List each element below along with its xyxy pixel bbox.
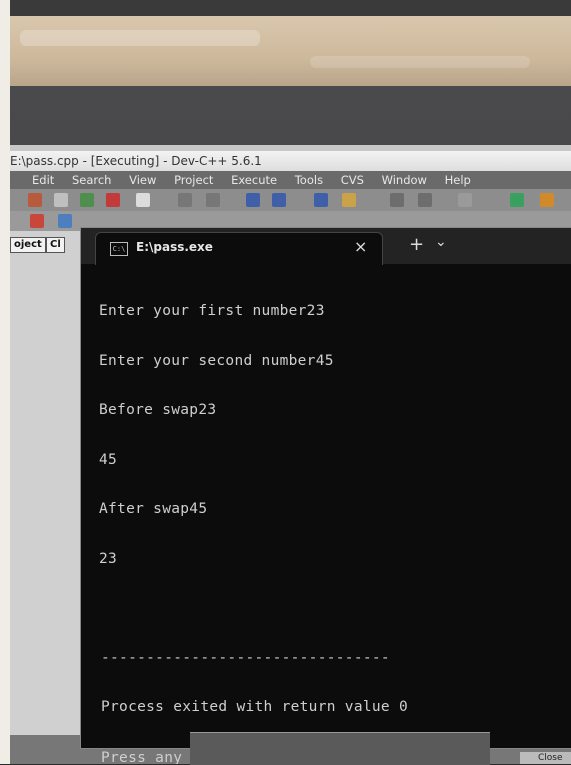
terminal-tab-title: E:\pass.exe (136, 240, 213, 254)
console-line: Enter your second number45 (99, 352, 334, 369)
menu-cvs[interactable]: CVS (341, 171, 364, 189)
menu-help[interactable]: Help (445, 171, 471, 189)
photo-left-edge (0, 0, 10, 764)
grid-icon[interactable] (54, 193, 68, 207)
console-line: After swap45 (99, 501, 208, 517)
history-icon[interactable] (458, 193, 472, 207)
console-line: Enter your first number23 (99, 303, 325, 319)
terminal-tabstrip: C:\ E:\pass.exe × + ⌄ (81, 228, 571, 265)
open-file-icon[interactable] (58, 214, 72, 228)
ide-toolbar (10, 189, 571, 211)
console-output[interactable]: Enter your first number23 Enter your sec… (99, 270, 562, 764)
ide-menubar: Edit Search View Project Execute Tools C… (10, 171, 571, 189)
console-line: 45 (99, 451, 118, 468)
project-panel: oject Cl (10, 231, 90, 764)
grid-view-icon[interactable] (510, 193, 524, 207)
class-browser-icon[interactable] (314, 193, 328, 207)
menu-edit[interactable]: Edit (32, 171, 54, 189)
back-icon[interactable] (390, 193, 404, 207)
unindent-icon[interactable] (206, 193, 220, 207)
compile-icon[interactable] (28, 193, 42, 207)
new-file-icon[interactable] (30, 214, 44, 228)
chevron-down-icon[interactable]: ⌄ (435, 234, 447, 250)
menu-window[interactable]: Window (382, 171, 427, 189)
taskbar-fragment (190, 732, 490, 765)
menu-view[interactable]: View (129, 171, 156, 189)
console-app-icon: C:\ (110, 242, 128, 256)
run-icon[interactable] (80, 193, 94, 207)
menu-project[interactable]: Project (174, 171, 213, 189)
menu-execute[interactable]: Execute (231, 171, 277, 189)
wall-highlight (20, 30, 260, 46)
goto-bookmark-icon[interactable] (272, 193, 286, 207)
console-window: C:\ E:\pass.exe × + ⌄ Enter your first n… (80, 227, 571, 764)
forward-icon[interactable] (418, 193, 432, 207)
wall-highlight (310, 56, 530, 68)
debug-icon[interactable] (136, 193, 150, 207)
menu-tools[interactable]: Tools (295, 171, 323, 189)
stop-icon[interactable] (106, 193, 120, 207)
layout-icon[interactable] (540, 193, 554, 207)
tab-project[interactable]: oject (10, 237, 46, 253)
taskbar-close-label[interactable]: Close (520, 752, 571, 764)
bookmark-icon[interactable] (246, 193, 260, 207)
monitor-screen: E:\pass.cpp - [Executing] - Dev-C++ 5.6.… (10, 145, 571, 764)
new-tab-button[interactable]: + (409, 234, 424, 255)
ide-window-title: E:\pass.cpp - [Executing] - Dev-C++ 5.6.… (10, 151, 571, 171)
menu-search[interactable]: Search (72, 171, 112, 189)
console-line: Process exited with return value 0 (101, 699, 409, 715)
tab-classes[interactable]: Cl (46, 237, 65, 253)
background-wall (0, 16, 571, 88)
terminal-tab[interactable]: C:\ E:\pass.exe × (95, 232, 383, 265)
console-line: Before swap23 (99, 402, 217, 418)
options-icon[interactable] (342, 193, 356, 207)
indent-icon[interactable] (178, 193, 192, 207)
console-line: 23 (99, 550, 118, 567)
console-separator: -------------------------------- (101, 649, 390, 666)
photo-top-edge (0, 0, 571, 16)
close-tab-icon[interactable]: × (354, 237, 367, 256)
